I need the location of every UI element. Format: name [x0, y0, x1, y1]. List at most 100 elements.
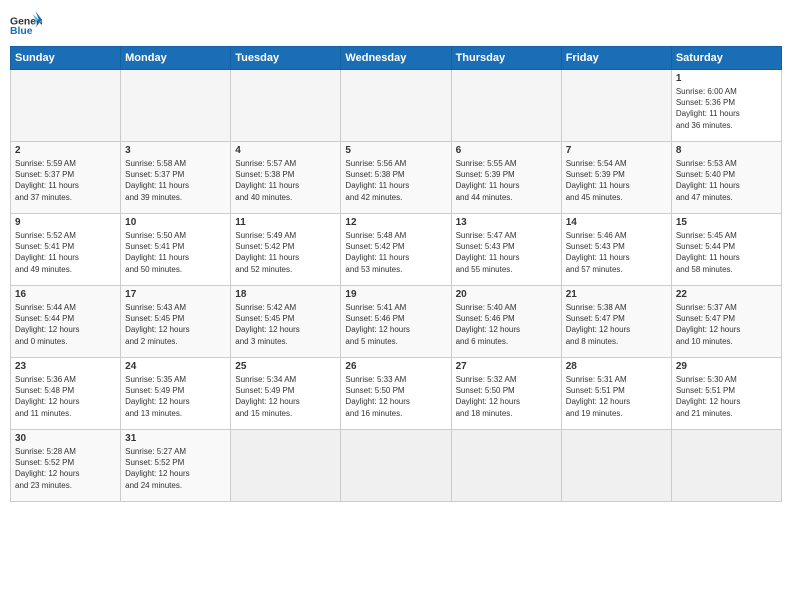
day-info: Sunrise: 5:50 AM Sunset: 5:41 PM Dayligh… [125, 230, 226, 275]
day-cell: 1 Sunrise: 6:00 AM Sunset: 5:36 PM Daylig… [671, 70, 781, 142]
day-cell: 17Sunrise: 5:43 AM Sunset: 5:45 PM Dayli… [121, 286, 231, 358]
day-cell [671, 430, 781, 502]
day-number: 3 [125, 145, 226, 156]
day-number: 21 [566, 289, 667, 300]
day-number: 7 [566, 145, 667, 156]
week-row-6: 30 Sunrise: 5:28 AM Sunset: 5:52 PM Dayli… [11, 430, 782, 502]
day-number: 31 [125, 433, 226, 444]
week-row-4: 16 Sunrise: 5:44 AM Sunset: 5:44 PM Dayli… [11, 286, 782, 358]
day-info: Sunrise: 5:44 AM Sunset: 5:44 PM Dayligh… [15, 302, 116, 347]
day-cell: 25 Sunrise: 5:34 AM Sunset: 5:49 PM Dayli… [231, 358, 341, 430]
day-info: Sunrise: 5:46 AM Sunset: 5:43 PM Dayligh… [566, 230, 667, 275]
day-info: Sunrise: 5:37 AM Sunset: 5:47 PM Dayligh… [676, 302, 777, 347]
svg-text:Blue: Blue [10, 26, 33, 37]
day-cell: 15 Sunrise: 5:45 AM Sunset: 5:44 PM Dayli… [671, 214, 781, 286]
day-number: 16 [15, 289, 116, 300]
day-info: Sunrise: 5:55 AM Sunset: 5:39 PM Dayligh… [456, 158, 557, 203]
day-cell [231, 430, 341, 502]
day-cell: 6 Sunrise: 5:55 AM Sunset: 5:39 PM Daylig… [451, 142, 561, 214]
day-number: 22 [676, 289, 777, 300]
logo: General Blue [10, 10, 42, 38]
day-cell: 22 Sunrise: 5:37 AM Sunset: 5:47 PM Dayli… [671, 286, 781, 358]
day-info: Sunrise: 5:42 AM Sunset: 5:45 PM Dayligh… [235, 302, 336, 347]
day-cell: 7 Sunrise: 5:54 AM Sunset: 5:39 PM Daylig… [561, 142, 671, 214]
day-info: Sunrise: 5:59 AM Sunset: 5:37 PM Dayligh… [15, 158, 116, 203]
day-cell [451, 430, 561, 502]
day-cell: 31 Sunrise: 5:27 AM Sunset: 5:52 PM Dayli… [121, 430, 231, 502]
day-number: 28 [566, 361, 667, 372]
day-cell [451, 70, 561, 142]
day-cell: 27Sunrise: 5:32 AM Sunset: 5:50 PM Dayli… [451, 358, 561, 430]
day-cell: 16 Sunrise: 5:44 AM Sunset: 5:44 PM Dayli… [11, 286, 121, 358]
day-cell [11, 70, 121, 142]
day-info: Sunrise: 5:54 AM Sunset: 5:39 PM Dayligh… [566, 158, 667, 203]
day-info: Sunrise: 5:53 AM Sunset: 5:40 PM Dayligh… [676, 158, 777, 203]
day-cell [121, 70, 231, 142]
day-number: 23 [15, 361, 116, 372]
day-number: 15 [676, 217, 777, 228]
day-number: 1 [676, 73, 777, 84]
day-number: 19 [345, 289, 446, 300]
day-number: 26 [345, 361, 446, 372]
day-info: Sunrise: 5:27 AM Sunset: 5:52 PM Dayligh… [125, 446, 226, 491]
weekday-header-monday: Monday [121, 47, 231, 70]
day-cell: 30 Sunrise: 5:28 AM Sunset: 5:52 PM Dayli… [11, 430, 121, 502]
day-number: 9 [15, 217, 116, 228]
day-cell: 5 Sunrise: 5:56 AM Sunset: 5:38 PM Daylig… [341, 142, 451, 214]
day-cell: 2 Sunrise: 5:59 AM Sunset: 5:37 PM Daylig… [11, 142, 121, 214]
day-info: Sunrise: 5:36 AM Sunset: 5:48 PM Dayligh… [15, 374, 116, 419]
day-info: Sunrise: 5:38 AM Sunset: 5:47 PM Dayligh… [566, 302, 667, 347]
day-number: 6 [456, 145, 557, 156]
day-info: Sunrise: 5:31 AM Sunset: 5:51 PM Dayligh… [566, 374, 667, 419]
week-row-2: 2 Sunrise: 5:59 AM Sunset: 5:37 PM Daylig… [11, 142, 782, 214]
logo-icon: General Blue [10, 10, 42, 38]
day-info: Sunrise: 6:00 AM Sunset: 5:36 PM Dayligh… [676, 86, 777, 131]
day-cell: 14 Sunrise: 5:46 AM Sunset: 5:43 PM Dayli… [561, 214, 671, 286]
weekday-header-thursday: Thursday [451, 47, 561, 70]
weekday-header-row: SundayMondayTuesdayWednesdayThursdayFrid… [11, 47, 782, 70]
day-number: 11 [235, 217, 336, 228]
page: General Blue SundayMondayTuesdayWednesda… [0, 0, 792, 612]
day-info: Sunrise: 5:28 AM Sunset: 5:52 PM Dayligh… [15, 446, 116, 491]
day-number: 30 [15, 433, 116, 444]
day-number: 14 [566, 217, 667, 228]
day-cell: 21 Sunrise: 5:38 AM Sunset: 5:47 PM Dayli… [561, 286, 671, 358]
day-cell: 11Sunrise: 5:49 AM Sunset: 5:42 PM Dayli… [231, 214, 341, 286]
day-cell: 23 Sunrise: 5:36 AM Sunset: 5:48 PM Dayli… [11, 358, 121, 430]
day-number: 18 [235, 289, 336, 300]
day-info: Sunrise: 5:41 AM Sunset: 5:46 PM Dayligh… [345, 302, 446, 347]
day-number: 20 [456, 289, 557, 300]
day-info: Sunrise: 5:47 AM Sunset: 5:43 PM Dayligh… [456, 230, 557, 275]
day-info: Sunrise: 5:58 AM Sunset: 5:37 PM Dayligh… [125, 158, 226, 203]
day-cell [561, 70, 671, 142]
day-info: Sunrise: 5:45 AM Sunset: 5:44 PM Dayligh… [676, 230, 777, 275]
day-cell: 12 Sunrise: 5:48 AM Sunset: 5:42 PM Dayli… [341, 214, 451, 286]
week-row-3: 9Sunrise: 5:52 AM Sunset: 5:41 PM Daylig… [11, 214, 782, 286]
day-info: Sunrise: 5:48 AM Sunset: 5:42 PM Dayligh… [345, 230, 446, 275]
day-info: Sunrise: 5:33 AM Sunset: 5:50 PM Dayligh… [345, 374, 446, 419]
day-cell: 8 Sunrise: 5:53 AM Sunset: 5:40 PM Daylig… [671, 142, 781, 214]
day-number: 8 [676, 145, 777, 156]
weekday-header-friday: Friday [561, 47, 671, 70]
day-number: 17 [125, 289, 226, 300]
day-cell: 19 Sunrise: 5:41 AM Sunset: 5:46 PM Dayli… [341, 286, 451, 358]
day-number: 5 [345, 145, 446, 156]
day-number: 2 [15, 145, 116, 156]
day-cell [341, 70, 451, 142]
weekday-header-saturday: Saturday [671, 47, 781, 70]
day-number: 25 [235, 361, 336, 372]
day-cell: 3 Sunrise: 5:58 AM Sunset: 5:37 PM Daylig… [121, 142, 231, 214]
day-cell: 18 Sunrise: 5:42 AM Sunset: 5:45 PM Dayli… [231, 286, 341, 358]
day-number: 12 [345, 217, 446, 228]
day-info: Sunrise: 5:56 AM Sunset: 5:38 PM Dayligh… [345, 158, 446, 203]
day-cell: 13Sunrise: 5:47 AM Sunset: 5:43 PM Dayli… [451, 214, 561, 286]
calendar: SundayMondayTuesdayWednesdayThursdayFrid… [10, 46, 782, 502]
day-cell [341, 430, 451, 502]
day-number: 4 [235, 145, 336, 156]
day-number: 29 [676, 361, 777, 372]
day-cell: 26 Sunrise: 5:33 AM Sunset: 5:50 PM Dayli… [341, 358, 451, 430]
day-cell: 20Sunrise: 5:40 AM Sunset: 5:46 PM Dayli… [451, 286, 561, 358]
day-cell: 24Sunrise: 5:35 AM Sunset: 5:49 PM Dayli… [121, 358, 231, 430]
day-info: Sunrise: 5:34 AM Sunset: 5:49 PM Dayligh… [235, 374, 336, 419]
day-info: Sunrise: 5:35 AM Sunset: 5:49 PM Dayligh… [125, 374, 226, 419]
